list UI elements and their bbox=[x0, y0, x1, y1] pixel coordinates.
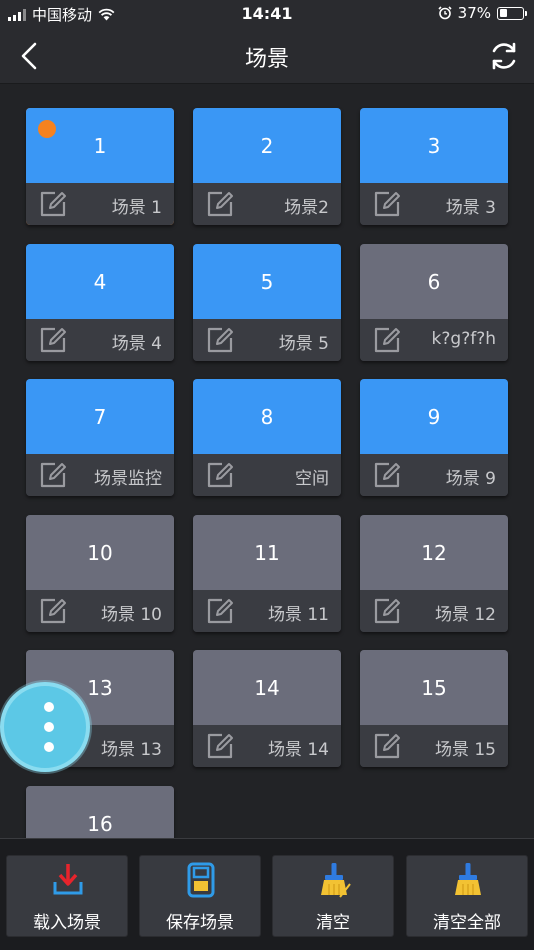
selected-indicator-dot bbox=[38, 120, 56, 138]
edit-pencil-icon[interactable] bbox=[372, 460, 402, 490]
refresh-icon[interactable] bbox=[486, 38, 522, 74]
scene-tile-number[interactable]: 14 bbox=[193, 650, 341, 725]
bottom-toolbar: 载入场景 保存场景 清空 清空全部 bbox=[0, 838, 534, 950]
edit-pencil-icon[interactable] bbox=[205, 460, 235, 490]
broom-icon bbox=[455, 863, 481, 895]
edit-pencil-icon[interactable] bbox=[372, 731, 402, 761]
edit-pencil-icon[interactable] bbox=[38, 460, 68, 490]
scene-tile[interactable]: 8 空间 bbox=[193, 379, 341, 496]
edit-pencil-icon[interactable] bbox=[205, 731, 235, 761]
edit-pencil-icon[interactable] bbox=[372, 596, 402, 626]
status-right: 37% bbox=[438, 4, 527, 22]
scene-tile[interactable]: 16 bbox=[26, 786, 174, 838]
scene-tile-number[interactable]: 2 bbox=[193, 108, 341, 183]
clear-all-label: 清空全部 bbox=[433, 913, 501, 933]
load-scene-button[interactable]: 载入场景 bbox=[6, 855, 128, 937]
scene-tile[interactable]: 4 场景 4 bbox=[26, 244, 174, 361]
scene-tile-number[interactable]: 7 bbox=[26, 379, 174, 454]
scene-tile[interactable]: 12 场景 12 bbox=[360, 515, 508, 632]
scene-tile[interactable]: 14 场景 14 bbox=[193, 650, 341, 767]
battery-percent: 37% bbox=[457, 4, 491, 22]
scene-tile-label: 场景 13 bbox=[100, 740, 162, 760]
scene-tile-label: k?g?f?h bbox=[431, 329, 496, 349]
scene-tile-number[interactable]: 10 bbox=[26, 515, 174, 590]
scene-tile-number[interactable]: 11 bbox=[193, 515, 341, 590]
import-icon bbox=[53, 864, 83, 895]
scene-tile-label: 场景 15 bbox=[434, 740, 496, 760]
scene-tile-footer: 场景 14 bbox=[193, 725, 341, 767]
scene-tile[interactable]: 6 k?g?f?h bbox=[360, 244, 508, 361]
broom-icon bbox=[321, 863, 351, 898]
edit-pencil-icon[interactable] bbox=[205, 189, 235, 219]
clear-label: 清空 bbox=[316, 913, 350, 933]
scene-tile-footer: 场景 9 bbox=[360, 454, 508, 496]
page-title: 场景 bbox=[244, 47, 289, 72]
scene-tile[interactable]: 10 场景 10 bbox=[26, 515, 174, 632]
scene-tile-number[interactable]: 3 bbox=[360, 108, 508, 183]
scene-tile[interactable]: 9 场景 9 bbox=[360, 379, 508, 496]
scene-tile-number[interactable]: 6 bbox=[360, 244, 508, 319]
scene-tile-label: 场景 5 bbox=[278, 334, 329, 354]
scene-tile-footer: 场景 1 bbox=[26, 183, 174, 225]
scene-tile-footer: 空间 bbox=[193, 454, 341, 496]
scene-tile-footer: 场景 12 bbox=[360, 590, 508, 632]
scene-tile-label: 场景 11 bbox=[267, 605, 329, 625]
alarm-icon bbox=[438, 6, 452, 20]
scene-tile-number[interactable]: 8 bbox=[193, 379, 341, 454]
scene-tile-label: 场景 3 bbox=[445, 198, 496, 218]
edit-pencil-icon[interactable] bbox=[38, 189, 68, 219]
scene-tile[interactable]: 15 场景 15 bbox=[360, 650, 508, 767]
scene-tile-number[interactable]: 5 bbox=[193, 244, 341, 319]
edit-pencil-icon[interactable] bbox=[38, 325, 68, 355]
fab-dot-icon bbox=[44, 742, 54, 752]
battery-icon bbox=[497, 6, 527, 20]
fab-dot-icon bbox=[44, 702, 54, 712]
scene-tile-label: 场景监控 bbox=[94, 469, 162, 489]
scene-tile-label: 场景 14 bbox=[267, 740, 329, 760]
scene-tile-footer: 场景 5 bbox=[193, 319, 341, 361]
scene-tile-footer: 场景 15 bbox=[360, 725, 508, 767]
scene-tile-number[interactable]: 9 bbox=[360, 379, 508, 454]
scene-tile[interactable]: 3 场景 3 bbox=[360, 108, 508, 225]
scene-tile-footer: k?g?f?h bbox=[360, 319, 508, 361]
scene-tile[interactable]: 7 场景监控 bbox=[26, 379, 174, 496]
save-floppy-icon bbox=[187, 862, 215, 898]
load-scene-label: 载入场景 bbox=[33, 913, 101, 933]
scene-tile-number[interactable]: 4 bbox=[26, 244, 174, 319]
status-bar: 中国移动 14:41 37% bbox=[0, 0, 534, 28]
scene-tile[interactable]: 5 场景 5 bbox=[193, 244, 341, 361]
scene-tile-footer: 场景 11 bbox=[193, 590, 341, 632]
scene-tile-label: 场景 12 bbox=[434, 605, 496, 625]
scene-tile-number[interactable]: 15 bbox=[360, 650, 508, 725]
scene-tile[interactable]: 1 场景 1 bbox=[26, 108, 174, 225]
fab-dot-icon bbox=[44, 722, 54, 732]
edit-pencil-icon[interactable] bbox=[205, 325, 235, 355]
scene-tile-footer: 场景 10 bbox=[26, 590, 174, 632]
edit-pencil-icon[interactable] bbox=[372, 325, 402, 355]
nav-bar: 场景 bbox=[0, 28, 534, 84]
edit-pencil-icon[interactable] bbox=[38, 596, 68, 626]
scene-tile-label: 场景 10 bbox=[100, 605, 162, 625]
scene-tile-number[interactable]: 12 bbox=[360, 515, 508, 590]
scene-tile-label: 场景 1 bbox=[111, 198, 162, 218]
scene-tile[interactable]: 2 场景2 bbox=[193, 108, 341, 225]
scene-tile-footer: 场景监控 bbox=[26, 454, 174, 496]
scene-tile-footer: 场景2 bbox=[193, 183, 341, 225]
scene-tile-label: 空间 bbox=[295, 469, 329, 489]
edit-pencil-icon[interactable] bbox=[205, 596, 235, 626]
scene-tile-label: 场景 9 bbox=[445, 469, 496, 489]
clear-all-button[interactable]: 清空全部 bbox=[406, 855, 528, 937]
scene-tile-footer: 场景 4 bbox=[26, 319, 174, 361]
scene-tile-label: 场景2 bbox=[284, 198, 329, 218]
scene-tile-number[interactable]: 16 bbox=[26, 786, 174, 838]
save-scene-button[interactable]: 保存场景 bbox=[139, 855, 261, 937]
scene-tile[interactable]: 11 场景 11 bbox=[193, 515, 341, 632]
scene-tile-label: 场景 4 bbox=[111, 334, 162, 354]
edit-pencil-icon[interactable] bbox=[372, 189, 402, 219]
clear-button[interactable]: 清空 bbox=[272, 855, 394, 937]
scene-tile-footer: 场景 3 bbox=[360, 183, 508, 225]
save-scene-label: 保存场景 bbox=[166, 913, 234, 933]
floating-menu-button[interactable] bbox=[0, 682, 90, 772]
